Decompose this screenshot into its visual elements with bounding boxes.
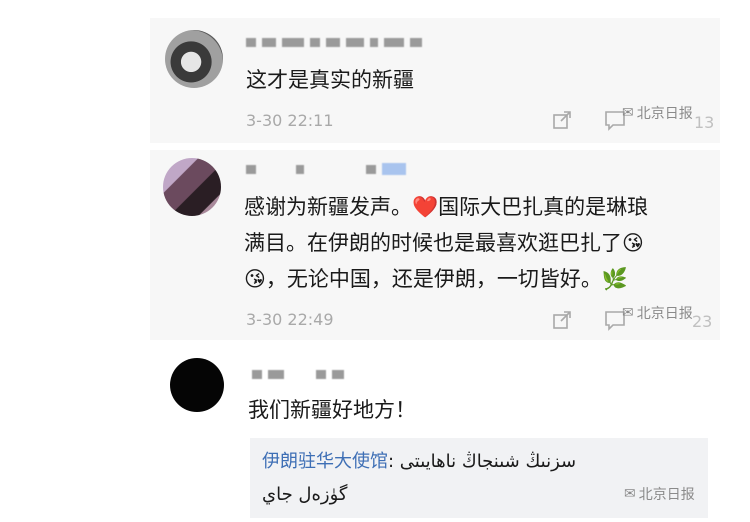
bubble-logo-icon: ✉ bbox=[622, 305, 634, 321]
comment-text: 这才是真实的新疆 bbox=[246, 68, 414, 92]
watermark: ✉ 北京日报 bbox=[624, 486, 695, 503]
comment-text-line: 感谢为新疆发声。❤️国际大巴扎真的是琳琅 bbox=[244, 195, 649, 219]
comment-text-line: 😘，无论中国，还是伊朗，一切皆好。🌿 bbox=[244, 267, 629, 291]
bubble-logo-icon: ✉ bbox=[622, 105, 634, 121]
bubble-logo-icon: ✉ bbox=[624, 486, 636, 502]
username-blurred[interactable] bbox=[246, 38, 422, 47]
username-blurred[interactable] bbox=[252, 370, 344, 379]
like-count: 23 bbox=[692, 312, 713, 331]
reply-line-1: 伊朗驻华大使馆: سزنىڭ شىنجاڭ ناھايىتى bbox=[262, 451, 577, 472]
avatar[interactable] bbox=[170, 358, 224, 412]
share-icon[interactable] bbox=[551, 109, 573, 131]
share-icon[interactable] bbox=[551, 309, 573, 331]
watermark: ✉ 北京日报 bbox=[622, 305, 693, 322]
comment-time: 3-30 22:49 bbox=[246, 310, 334, 329]
comment-time: 3-30 22:11 bbox=[246, 111, 334, 130]
reply-line-2: گۈزەل جاي bbox=[262, 484, 348, 505]
like-count: 13 bbox=[694, 113, 715, 132]
comment-text: 我们新疆好地方！ bbox=[248, 398, 416, 422]
watermark: ✉ 北京日报 bbox=[622, 105, 693, 122]
comment-card bbox=[150, 18, 720, 143]
avatar[interactable] bbox=[163, 158, 221, 216]
username-blurred[interactable] bbox=[246, 163, 406, 175]
reply-author[interactable]: 伊朗驻华大使馆 bbox=[262, 451, 388, 472]
avatar[interactable] bbox=[165, 30, 223, 88]
comment-text-line: 满目。在伊朗的时候也是最喜欢逛巴扎了😘 bbox=[244, 231, 644, 255]
